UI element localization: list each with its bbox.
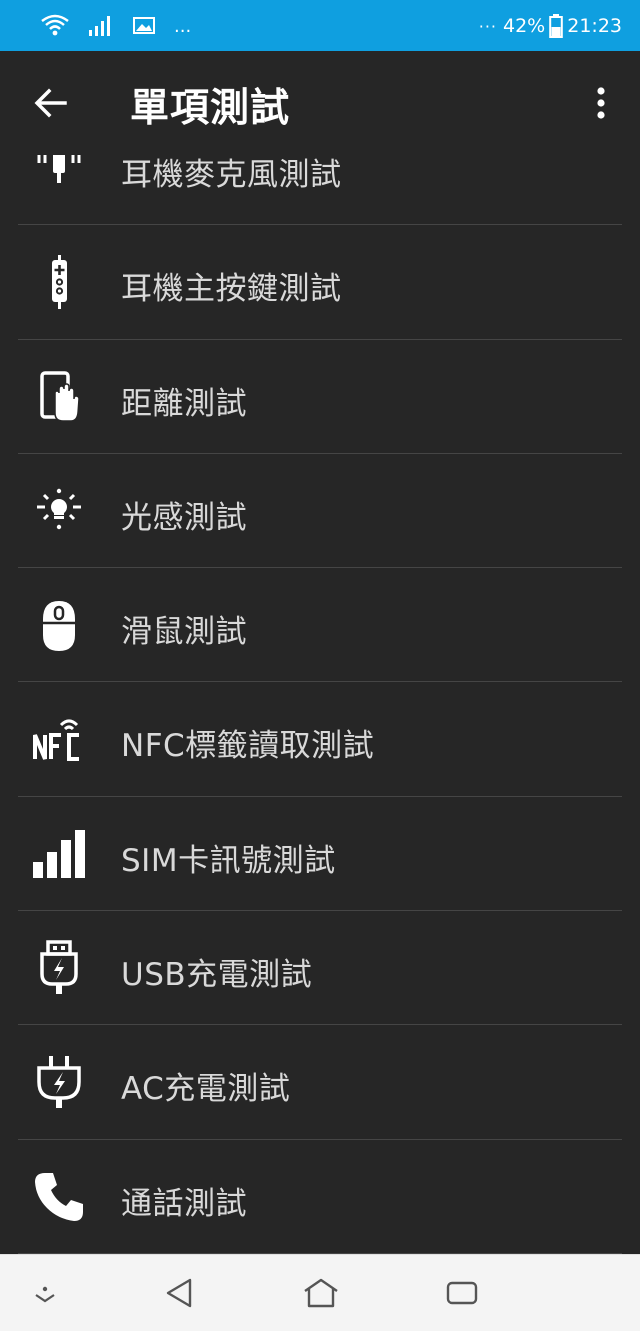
ac-plug-icon [28, 1054, 90, 1110]
status-overflow: ··· [478, 16, 497, 36]
recents-nav-button[interactable] [440, 1271, 484, 1315]
status-right: ··· 42% 21:23 [479, 10, 622, 42]
nfc-icon [28, 711, 90, 767]
list-item-ac-charge-test[interactable]: AC充電測試 [0, 1025, 640, 1140]
list-item-label: 耳機主按鍵測試 [121, 271, 342, 308]
list-item-sim-signal-test[interactable]: SIM卡訊號測試 [0, 797, 640, 912]
cell-signal-icon [89, 16, 110, 36]
light-sensor-icon [28, 483, 90, 539]
clock: 21:23 [567, 15, 622, 37]
recents-icon [446, 1281, 478, 1305]
list-item-label: USB充電測試 [121, 957, 313, 994]
home-icon [304, 1278, 338, 1308]
list-item-headset-button-test[interactable]: 耳機主按鍵測試 [0, 225, 640, 340]
system-navigation-bar [0, 1254, 640, 1331]
list-item-label: 滑鼠測試 [121, 614, 247, 651]
home-nav-button[interactable] [296, 1271, 346, 1315]
list-item-label: 光感測試 [121, 499, 247, 536]
list-item-usb-charge-test[interactable]: USB充電測試 [0, 911, 640, 1026]
battery-percent: 42% [503, 15, 546, 37]
mouse-icon [28, 597, 90, 653]
list-item-label: AC充電測試 [121, 1071, 291, 1108]
status-left-icons: ... [40, 10, 191, 42]
more-vert-icon [597, 87, 605, 119]
test-list-inner: 耳機麥克風測試 耳機主按鍵測試 距離測試 光感測試 滑鼠測試 NFC標籤讀取測試… [0, 155, 640, 1254]
app-bar: 單項測試 [0, 51, 640, 155]
proximity-icon [28, 369, 90, 425]
headset-button-icon [28, 254, 90, 310]
battery-icon [549, 14, 564, 38]
list-item-label: 通話測試 [121, 1185, 247, 1222]
more-notifications: ... [174, 15, 192, 37]
chevron-down-icon [35, 1286, 55, 1303]
signal-bars-icon [28, 826, 90, 882]
image-notification-icon [133, 17, 155, 34]
page-title: 單項測試 [130, 86, 291, 131]
back-nav-button[interactable] [154, 1271, 204, 1315]
list-item-label: 耳機麥克風測試 [121, 157, 342, 193]
overflow-menu-button[interactable] [584, 81, 618, 125]
headset-mic-icon [28, 155, 90, 196]
nav-back-icon [166, 1278, 192, 1308]
test-list[interactable]: 耳機麥克風測試 耳機主按鍵測試 距離測試 光感測試 滑鼠測試 NFC標籤讀取測試… [0, 155, 640, 1254]
list-item-mouse-test[interactable]: 滑鼠測試 [0, 568, 640, 683]
list-item-label: 距離測試 [121, 385, 247, 422]
back-button[interactable] [26, 81, 74, 125]
hide-nav-button[interactable] [26, 1271, 64, 1315]
list-item-label: SIM卡訊號測試 [121, 842, 336, 879]
status-bar: ... ··· 42% 21:23 [0, 0, 640, 51]
wifi-icon [41, 14, 69, 36]
usb-charge-icon [28, 940, 90, 996]
arrow-back-icon [34, 88, 67, 118]
list-item-call-test[interactable]: 通話測試 [0, 1140, 640, 1254]
list-item-headset-mic-test[interactable]: 耳機麥克風測試 [0, 155, 640, 226]
list-item-label: NFC標籤讀取測試 [121, 728, 375, 765]
list-item-nfc-test[interactable]: NFC標籤讀取測試 [0, 682, 640, 798]
phone-icon [28, 1169, 90, 1225]
list-item-light-sensor-test[interactable]: 光感測試 [0, 454, 640, 569]
list-item-proximity-test[interactable]: 距離測試 [0, 340, 640, 455]
